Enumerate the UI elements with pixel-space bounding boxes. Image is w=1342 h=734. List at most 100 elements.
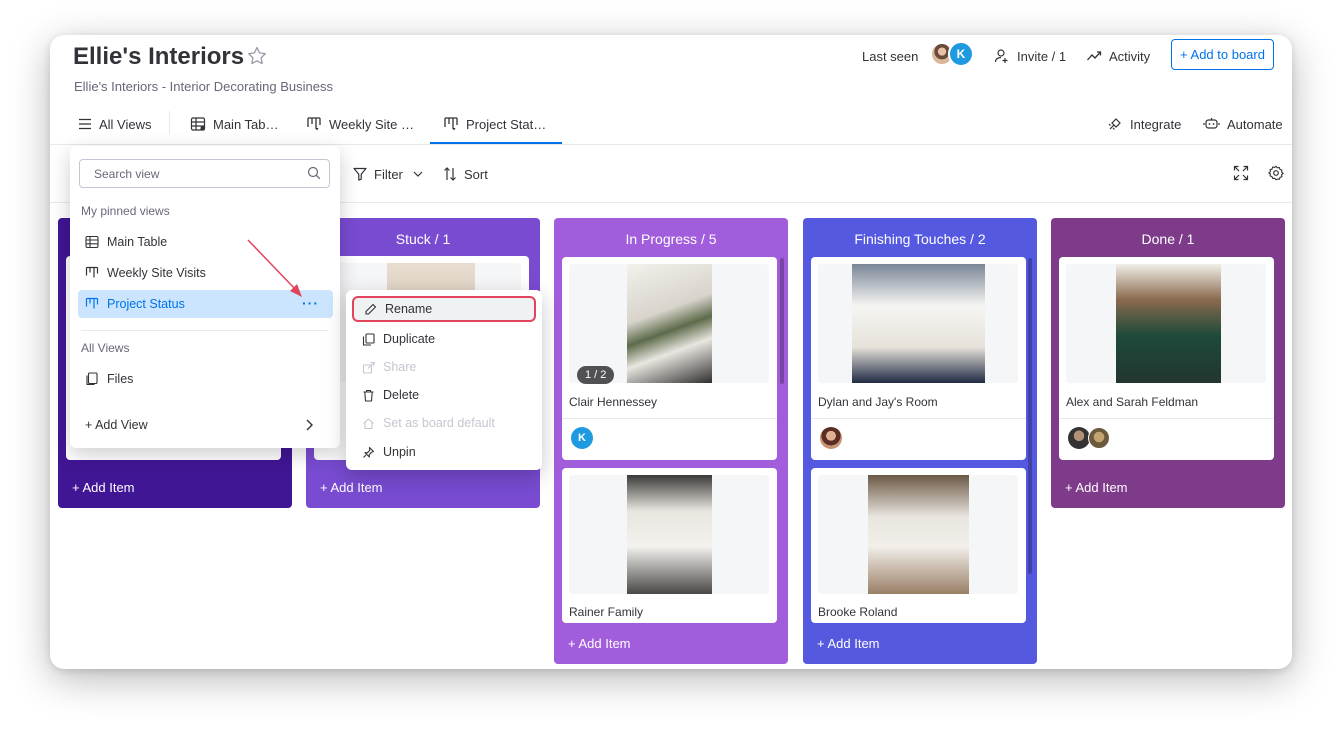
column-header: Stuck / 1 bbox=[395, 231, 451, 247]
scrollbar[interactable] bbox=[1028, 258, 1032, 574]
avatar[interactable] bbox=[1088, 427, 1110, 449]
kanban-card[interactable]: 1 / 2 Clair Hennessey K bbox=[562, 257, 777, 460]
files-icon bbox=[86, 372, 98, 386]
tab-project-status[interactable]: Project Stat… bbox=[443, 113, 546, 135]
view-item-label: Main Table bbox=[107, 235, 168, 249]
table-icon bbox=[85, 235, 99, 249]
add-item-button[interactable]: + Add Item bbox=[320, 480, 383, 495]
divider bbox=[81, 330, 328, 331]
activity-button[interactable]: Activity bbox=[1086, 41, 1150, 71]
board-title[interactable]: Ellie's Interiors bbox=[73, 43, 244, 71]
kanban-card[interactable]: Brooke Roland bbox=[811, 468, 1026, 623]
automate-label: Automate bbox=[1227, 116, 1283, 132]
integrate-icon bbox=[1108, 118, 1121, 130]
divider bbox=[169, 111, 170, 135]
menu-item-label: Share bbox=[383, 360, 417, 374]
all-views-heading: All Views bbox=[81, 341, 130, 355]
search-icon bbox=[307, 166, 321, 180]
trash-icon bbox=[363, 389, 374, 402]
tab-label: Weekly Site … bbox=[329, 116, 415, 132]
image-count-badge: 1 / 2 bbox=[577, 366, 615, 384]
filter-icon bbox=[353, 167, 367, 181]
filter-button[interactable]: Filter bbox=[353, 163, 423, 185]
add-item-button[interactable]: + Add Item bbox=[72, 480, 135, 495]
pinned-views-heading: My pinned views bbox=[81, 204, 170, 218]
kanban-icon bbox=[85, 266, 99, 278]
column-header: Done / 1 bbox=[1141, 231, 1195, 247]
avatar[interactable]: K bbox=[571, 427, 593, 449]
robot-icon bbox=[1203, 118, 1220, 129]
view-item-files[interactable]: Files bbox=[78, 365, 333, 393]
view-item-label: Project Status bbox=[107, 297, 185, 311]
duplicate-icon bbox=[362, 332, 375, 346]
board-description[interactable]: Ellie's Interiors - Interior Decorating … bbox=[74, 79, 333, 94]
divider bbox=[1059, 418, 1274, 419]
rename-menu-item[interactable]: Rename bbox=[352, 296, 536, 322]
invite-label: Invite / 1 bbox=[1017, 48, 1067, 64]
kanban-icon bbox=[307, 117, 321, 131]
person-add-icon bbox=[994, 49, 1008, 63]
integrate-button[interactable]: Integrate bbox=[1107, 113, 1181, 135]
table-icon bbox=[190, 117, 206, 131]
add-view-label: + Add View bbox=[85, 418, 148, 432]
delete-menu-item[interactable]: Delete bbox=[352, 382, 536, 408]
kanban-card[interactable]: Alex and Sarah Feldman bbox=[1059, 257, 1274, 460]
card-title[interactable]: Clair Hennessey bbox=[569, 395, 657, 409]
automate-button[interactable]: Automate bbox=[1203, 113, 1283, 135]
add-item-button[interactable]: + Add Item bbox=[568, 636, 631, 651]
card-title[interactable]: Dylan and Jay's Room bbox=[818, 395, 938, 409]
share-icon bbox=[362, 361, 375, 374]
chevron-down-icon bbox=[413, 171, 423, 177]
avatar[interactable]: K bbox=[948, 41, 974, 67]
add-view-button[interactable]: + Add View bbox=[78, 411, 333, 439]
card-title[interactable]: Rainer Family bbox=[569, 605, 643, 619]
sort-button[interactable]: Sort bbox=[443, 163, 488, 185]
duplicate-menu-item[interactable]: Duplicate bbox=[352, 326, 536, 352]
scrollbar[interactable] bbox=[780, 258, 784, 384]
tab-all-views[interactable]: All Views bbox=[78, 113, 152, 135]
card-image bbox=[1066, 264, 1266, 383]
sort-icon bbox=[444, 167, 456, 181]
gear-icon[interactable] bbox=[1268, 165, 1284, 181]
menu-item-label: Duplicate bbox=[383, 332, 436, 346]
fullscreen-icon[interactable] bbox=[1233, 165, 1249, 181]
card-title[interactable]: Brooke Roland bbox=[818, 605, 897, 619]
view-context-menu: Rename Duplicate Share Delete Set as boa… bbox=[346, 290, 542, 470]
kanban-column: Finishing Touches / 2 Dylan and Jay's Ro… bbox=[803, 218, 1037, 664]
card-image bbox=[569, 475, 769, 594]
tab-label: Main Tab… bbox=[213, 116, 279, 132]
activity-icon bbox=[1087, 51, 1102, 61]
view-item-label: Files bbox=[107, 372, 134, 386]
tab-label: Project Stat… bbox=[466, 116, 547, 132]
pencil-icon bbox=[365, 303, 377, 315]
last-seen-label: Last seen bbox=[862, 48, 919, 64]
menu-item-label: Delete bbox=[383, 388, 420, 402]
card-image: 1 / 2 bbox=[569, 264, 769, 384]
kanban-card[interactable]: Dylan and Jay's Room bbox=[811, 257, 1026, 460]
search-view-input[interactable]: Search view bbox=[79, 159, 330, 188]
column-header: In Progress / 5 bbox=[625, 231, 717, 247]
divider bbox=[562, 418, 777, 419]
add-item-button[interactable]: + Add Item bbox=[1065, 480, 1128, 495]
tab-main-table[interactable]: Main Tab… bbox=[190, 113, 279, 135]
kanban-icon bbox=[444, 117, 458, 131]
add-item-button[interactable]: + Add Item bbox=[817, 636, 880, 651]
chevron-right-icon bbox=[306, 419, 313, 431]
invite-button[interactable]: Invite / 1 bbox=[994, 41, 1066, 71]
tab-all-views-label: All Views bbox=[99, 116, 152, 132]
column-header: Finishing Touches / 2 bbox=[854, 231, 986, 247]
avatar[interactable] bbox=[1068, 427, 1090, 449]
card-title[interactable]: Alex and Sarah Feldman bbox=[1066, 395, 1198, 409]
avatar[interactable] bbox=[820, 427, 842, 449]
star-icon[interactable] bbox=[246, 45, 268, 67]
add-to-board-button[interactable]: + Add to board bbox=[1171, 39, 1274, 70]
kanban-column: Done / 1 Alex and Sarah Feldman + Add It… bbox=[1051, 218, 1285, 508]
arrow-annotation bbox=[247, 239, 302, 297]
kanban-column: In Progress / 5 1 / 2 Clair Hennessey K … bbox=[554, 218, 788, 664]
filter-label: Filter bbox=[374, 166, 403, 182]
unpin-menu-item[interactable]: Unpin bbox=[352, 439, 536, 465]
activity-label: Activity bbox=[1109, 48, 1151, 64]
tab-weekly-site-visits[interactable]: Weekly Site … bbox=[306, 113, 414, 135]
menu-item-label: Set as board default bbox=[383, 416, 495, 430]
kanban-card[interactable]: Rainer Family bbox=[562, 468, 777, 623]
